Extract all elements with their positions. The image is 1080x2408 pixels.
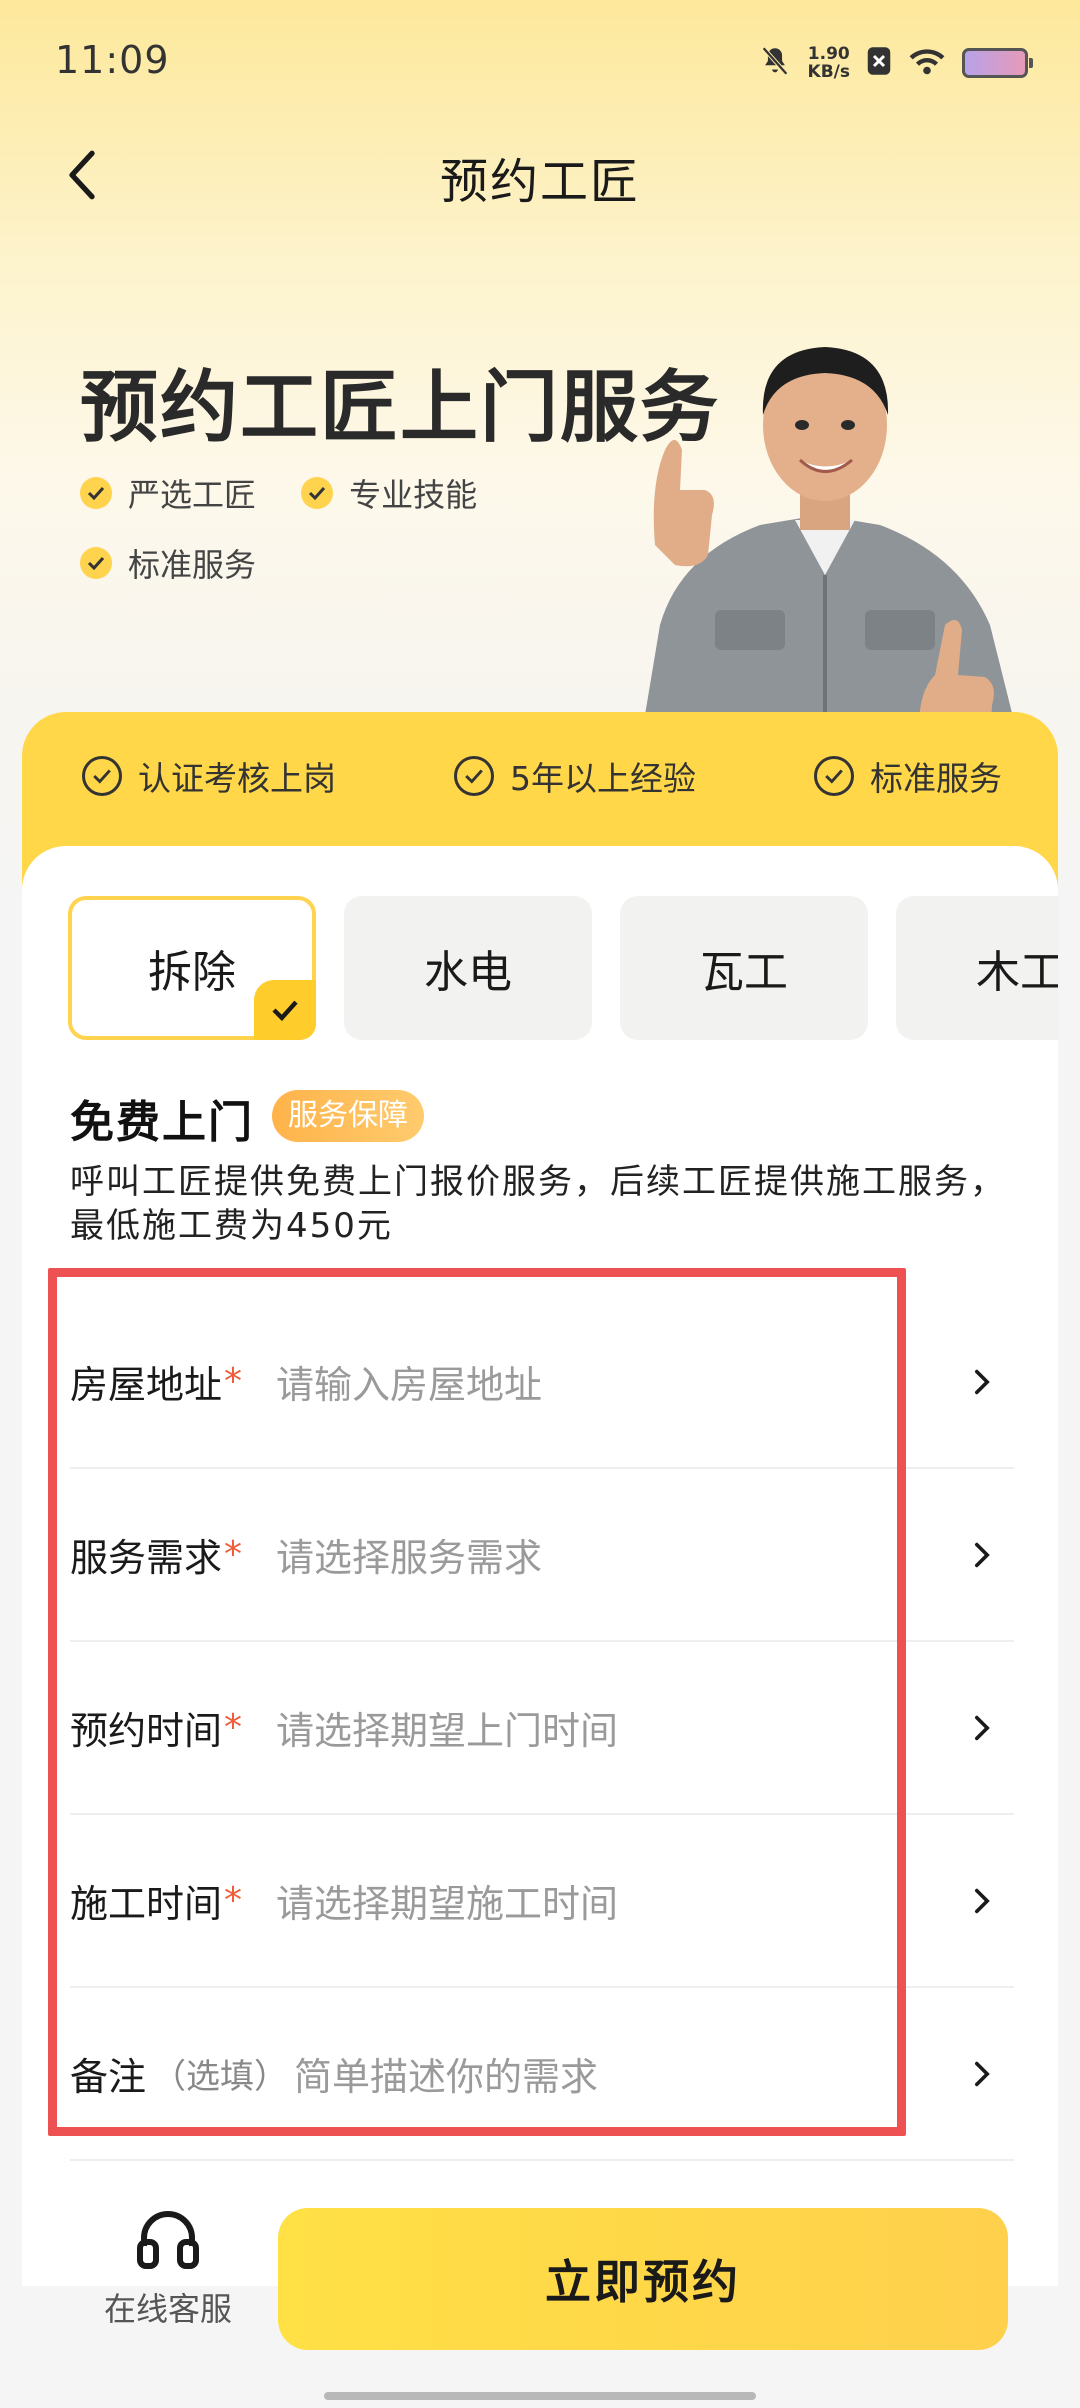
- field-label: 房屋地址: [70, 1363, 223, 1407]
- page: 11:09 1.90 KB/s 预约工匠 预约工匠上门服务 严选工匠 专业技能 …: [0, 0, 1080, 2408]
- badge-item: 5年以上经验: [454, 752, 696, 800]
- field-label: 备注: [70, 2055, 147, 2099]
- chevron-right-icon: [962, 1708, 1002, 1748]
- feature-item: 标准服务: [80, 540, 256, 586]
- chevron-right-icon: [962, 1362, 1002, 1402]
- required-mark: *: [224, 1880, 243, 1921]
- wifi-icon: [908, 46, 946, 80]
- field-placeholder: 请输入房屋地址: [276, 1363, 543, 1407]
- chevron-right-icon: [962, 1535, 1002, 1575]
- required-mark: *: [224, 1707, 243, 1748]
- field-label: 预约时间: [70, 1709, 223, 1753]
- required-mark: *: [224, 1534, 243, 1575]
- status-time: 11:09: [55, 38, 170, 82]
- remarks-field[interactable]: 备注 （选填） 简单描述你的需求: [70, 1988, 1014, 2161]
- check-icon: [80, 547, 112, 579]
- status-icons: 1.90 KB/s: [758, 40, 1033, 86]
- field-placeholder: 请选择期望施工时间: [276, 1882, 619, 1926]
- category-demolition[interactable]: 拆除: [68, 896, 316, 1040]
- selected-check-icon: [254, 980, 316, 1040]
- worker-illustration: [640, 347, 1020, 745]
- category-plumbing-electric[interactable]: 水电: [344, 896, 592, 1040]
- page-title: 预约工匠: [439, 154, 640, 210]
- feature-item: 专业技能: [301, 470, 477, 516]
- check-circle-icon: [814, 756, 854, 796]
- battery-icon: [962, 48, 1033, 78]
- headset-icon: [137, 2211, 199, 2269]
- free-visit-description: 呼叫工匠提供免费上门报价服务，后续工匠提供施工服务，最低施工费为450元: [70, 1162, 1006, 1246]
- sim-off-icon: [866, 46, 892, 80]
- bell-muted-icon: [758, 44, 792, 82]
- badge-item: 认证考核上岗: [82, 752, 336, 800]
- field-label: 服务需求: [70, 1536, 223, 1580]
- required-mark: *: [224, 1361, 243, 1402]
- service-guarantee-tag: 服务保障: [272, 1090, 424, 1142]
- optional-mark: （选填）: [152, 2057, 289, 2097]
- status-bar: 11:09 1.90 KB/s: [0, 0, 1080, 120]
- field-placeholder: 请选择服务需求: [276, 1536, 543, 1580]
- booking-form: 房屋地址 * 请输入房屋地址 服务需求 * 请选择服务需求 预约时间 * 请选择…: [70, 1296, 1014, 2161]
- badge-list: 认证考核上岗 5年以上经验 标准服务: [22, 752, 1058, 800]
- booking-card: 拆除 水电 瓦工 木工 免费上门 服务保障 呼叫工匠提供免费上门报价服务，后续工…: [22, 846, 1058, 2286]
- field-placeholder: 简单描述你的需求: [294, 2055, 599, 2099]
- feature-item: 严选工匠: [80, 470, 256, 516]
- free-visit-title: 免费上门: [70, 1097, 254, 1148]
- home-indicator[interactable]: [324, 2392, 756, 2400]
- check-circle-icon: [454, 756, 494, 796]
- chevron-right-icon: [962, 2054, 1002, 2094]
- book-now-button[interactable]: 立即预约: [278, 2208, 1008, 2350]
- feature-list: 严选工匠 专业技能 标准服务: [80, 470, 580, 610]
- service-need-field[interactable]: 服务需求 * 请选择服务需求: [70, 1469, 1014, 1642]
- construction-time-field[interactable]: 施工时间 * 请选择期望施工时间: [70, 1815, 1014, 1988]
- category-carpentry[interactable]: 木工: [896, 896, 1058, 1040]
- check-icon: [301, 477, 334, 509]
- address-field[interactable]: 房屋地址 * 请输入房屋地址: [70, 1296, 1014, 1469]
- category-tiling[interactable]: 瓦工: [620, 896, 868, 1040]
- online-service-label: 在线客服: [103, 2290, 232, 2328]
- check-icon: [80, 477, 112, 509]
- appointment-time-field[interactable]: 预约时间 * 请选择期望上门时间: [70, 1642, 1014, 1815]
- check-circle-icon: [82, 756, 122, 796]
- category-tabs: 拆除 水电 瓦工 木工: [68, 896, 1058, 1046]
- online-service-button[interactable]: 在线客服: [98, 2210, 238, 2330]
- nav-bar: 预约工匠: [0, 120, 1080, 230]
- field-label: 施工时间: [70, 1882, 223, 1926]
- network-speed: 1.90 KB/s: [807, 44, 850, 82]
- chevron-right-icon: [962, 1881, 1002, 1921]
- field-placeholder: 请选择期望上门时间: [276, 1709, 619, 1753]
- badge-item: 标准服务: [814, 752, 1002, 800]
